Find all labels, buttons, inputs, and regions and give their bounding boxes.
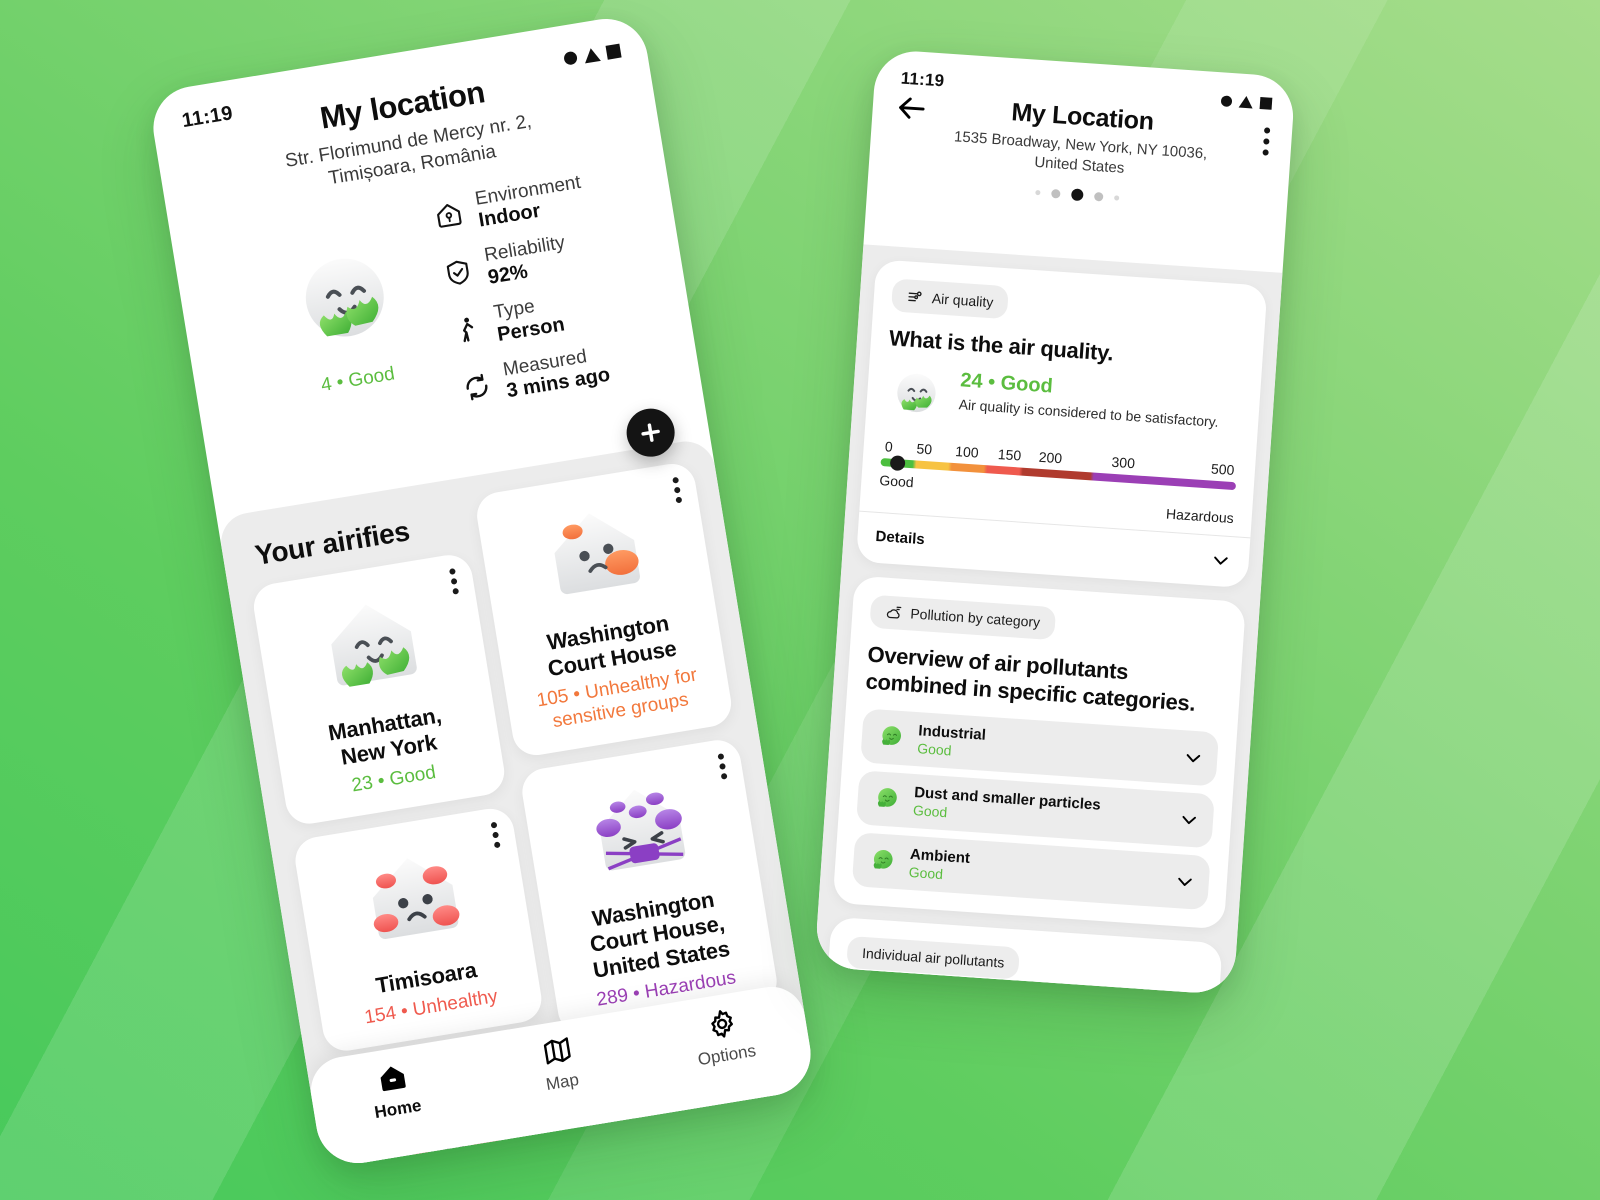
page-dot	[1114, 194, 1120, 201]
detail-scroll-body[interactable]: Air quality What is the air quality. 24 …	[814, 244, 1283, 996]
airify-card-manhattan[interactable]: Manhattan, New York 23 • Good	[250, 551, 508, 827]
details-label: Details	[875, 528, 926, 549]
nav-label: Options	[696, 1040, 758, 1070]
category-list: Industrial Good Dust and smaller particl…	[851, 708, 1220, 911]
page-dot	[1093, 191, 1104, 202]
page-dot	[1035, 189, 1041, 195]
summary-stat-list: Environment Indoor Reliability 92% Type	[429, 168, 614, 412]
card-art	[490, 478, 700, 628]
nav-label: Home	[373, 1095, 423, 1123]
circle-icon	[563, 50, 579, 66]
gear-icon	[705, 1007, 739, 1041]
sad-house-orange-cloud-mascot	[528, 488, 663, 618]
air-quality-chip: Air quality	[890, 278, 1010, 320]
shield-check-icon	[441, 255, 475, 289]
square-icon	[605, 43, 622, 60]
axis-tick: 150	[997, 445, 1022, 464]
green-blob-mascot	[866, 845, 898, 879]
square-icon	[1259, 96, 1273, 110]
happy-leaf-blob-mascot	[272, 234, 419, 371]
chip-label: Air quality	[931, 289, 994, 310]
stat-measured: Measured 3 mins ago	[458, 343, 614, 412]
chevron-down-icon[interactable]	[1183, 748, 1204, 769]
status-system-icons	[1220, 94, 1273, 110]
smog-icon	[885, 604, 903, 622]
axis-tick: 100	[954, 442, 980, 461]
green-blob-mascot	[875, 721, 907, 755]
chevron-down-icon[interactable]	[1178, 810, 1199, 831]
air-quality-value-row: 24 • Good Air quality is considered to b…	[883, 364, 1242, 446]
aqi-current-marker	[889, 455, 906, 471]
person-walking-icon	[450, 312, 484, 346]
chevron-down-icon[interactable]	[1174, 871, 1195, 892]
summary-mascot-block: 4 • Good	[262, 232, 434, 403]
card-art	[308, 823, 518, 973]
scale-high-label: Hazardous	[1165, 505, 1235, 526]
axis-tick: 50	[916, 440, 933, 458]
stat-environment: Environment Indoor	[430, 171, 586, 240]
green-blob-mascot	[871, 783, 903, 817]
stat-type: Type Person	[449, 286, 605, 355]
nav-item-home[interactable]: Home	[331, 1053, 459, 1129]
sad-house-red-cloud-mascot	[346, 833, 481, 963]
axis-tick: 500	[1210, 460, 1235, 478]
chevron-down-icon[interactable]	[1210, 550, 1231, 571]
individual-pollutants-chip: Individual air pollutants	[846, 936, 1021, 981]
hazardous-house-purple-mask-mascot	[573, 764, 708, 894]
scene: 11:19 My location Str. Florimund de Merc…	[0, 0, 1600, 1200]
card-art	[267, 570, 477, 720]
page-dot-active	[1070, 188, 1084, 202]
map-icon	[540, 1034, 574, 1068]
nav-label: Map	[544, 1069, 581, 1095]
home-icon	[376, 1061, 410, 1095]
plus-icon	[636, 418, 666, 448]
card-art	[535, 754, 745, 904]
back-arrow-icon[interactable]	[894, 90, 930, 126]
chip-label: Individual air pollutants	[861, 945, 1005, 972]
phone-home-screen: 11:19 My location Str. Florimund de Merc…	[147, 12, 817, 1170]
stat-reliability: Reliability 92%	[439, 229, 595, 298]
individual-air-pollutants-panel: Individual air pollutants	[826, 917, 1223, 996]
chip-label: Pollution by category	[909, 605, 1041, 631]
circle-icon	[1220, 94, 1233, 107]
triangle-icon	[1238, 95, 1254, 109]
airify-card-washington-court-house[interactable]: Washington Court House 105 • Unhealthy fo…	[473, 460, 735, 759]
page-dot	[1051, 188, 1061, 199]
axis-tick: 300	[1111, 453, 1136, 472]
pollution-category-chip: Pollution by category	[869, 594, 1057, 641]
happy-leaf-blob-mascot	[883, 364, 949, 426]
pollution-by-category-panel: Pollution by category Overview of air po…	[832, 575, 1247, 930]
more-options-icon[interactable]	[1262, 127, 1271, 156]
axis-tick: 0	[884, 438, 894, 455]
wind-icon	[906, 287, 924, 305]
home-pin-icon	[431, 198, 465, 232]
airify-card-timisoara[interactable]: Timisoara 154 • Unhealthy	[291, 804, 545, 1055]
air-quality-panel: Air quality What is the air quality. 24 …	[855, 259, 1268, 589]
scale-low-label: Good	[878, 471, 915, 491]
refresh-icon	[459, 370, 493, 404]
axis-tick: 200	[1038, 448, 1063, 467]
happy-house-leaf-mascot	[304, 580, 439, 710]
nav-item-options[interactable]: Options	[660, 999, 788, 1075]
nav-item-map[interactable]: Map	[496, 1026, 624, 1102]
phone-detail-screen: 11:19 My Location 1535 Broadway, New Yor…	[814, 48, 1296, 996]
panel-heading: Overview of air pollutants combined in s…	[864, 641, 1197, 716]
triangle-icon	[582, 46, 601, 63]
